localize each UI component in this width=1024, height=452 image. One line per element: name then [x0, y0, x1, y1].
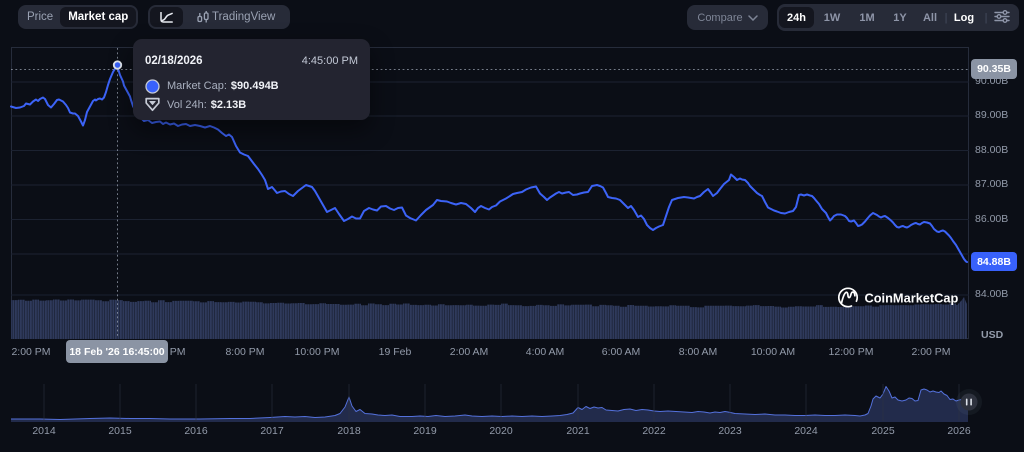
- svg-text:CoinMarketCap: CoinMarketCap: [865, 291, 959, 306]
